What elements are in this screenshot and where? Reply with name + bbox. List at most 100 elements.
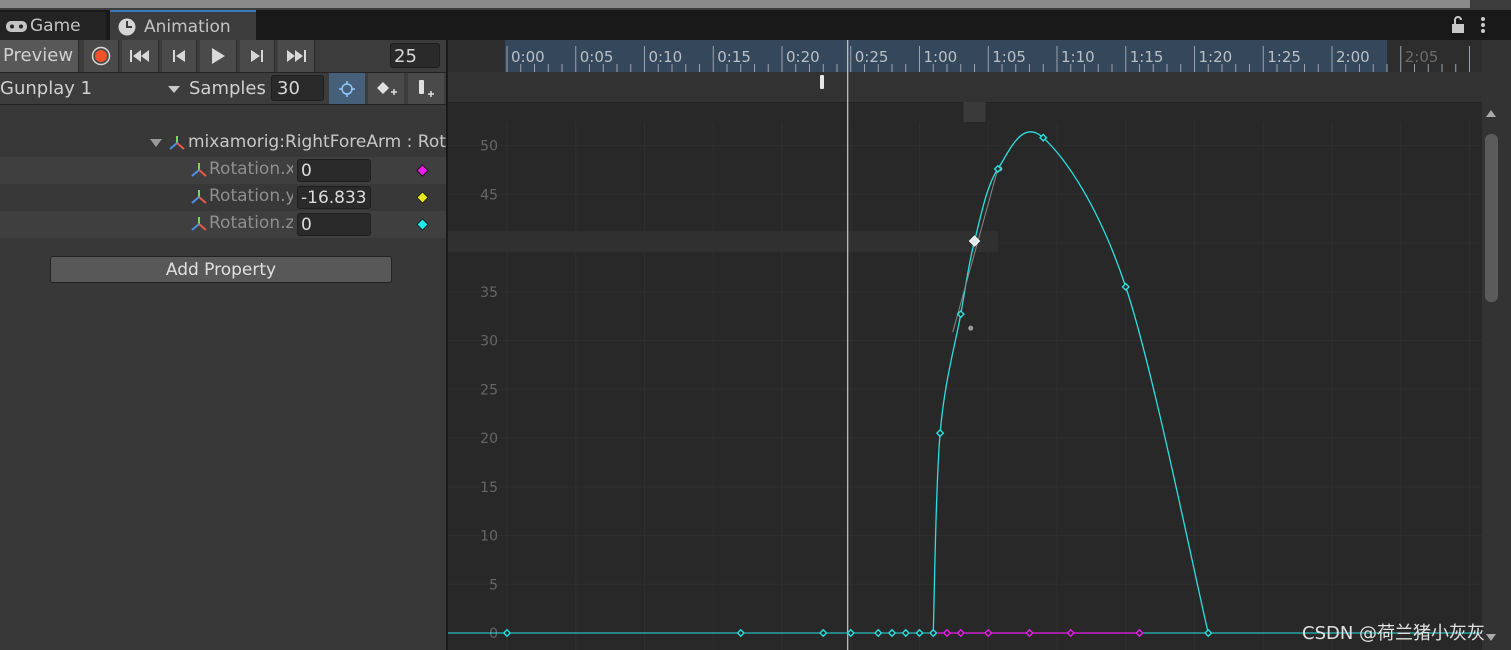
tab-animation[interactable]: Animation — [110, 10, 256, 42]
time-label: 2:05 — [1405, 48, 1439, 66]
property-label: Rotation.z — [209, 213, 293, 233]
skip-first-icon — [130, 50, 149, 62]
y-tick-label: 15 — [480, 480, 498, 496]
selection-marker — [963, 102, 986, 122]
curve-color-diamond-icon — [416, 218, 429, 231]
time-label: 1:20 — [1199, 48, 1233, 66]
property-value-field[interactable]: -16.833 — [297, 186, 371, 209]
transform-axes-icon — [190, 162, 208, 182]
animation-event-marker[interactable] — [820, 75, 824, 89]
play-icon — [212, 48, 225, 64]
keyframe-diamond[interactable] — [1025, 628, 1034, 638]
skip-last-icon — [287, 50, 306, 62]
y-tick-label: 20 — [480, 431, 498, 447]
lock-icon[interactable] — [1450, 16, 1466, 34]
record-icon — [91, 46, 111, 66]
samples-field[interactable]: 30 — [271, 75, 324, 101]
watermark-text: CSDN @荷兰猪小灰灰 — [1302, 623, 1486, 644]
curve-color-diamond-icon — [416, 191, 429, 204]
preview-button[interactable]: Preview — [0, 40, 79, 72]
time-label: 1:05 — [992, 48, 1026, 66]
keyframe-diamond[interactable] — [956, 628, 965, 638]
curve-graph[interactable]: 051015202530354045500:000:050:100:150:20… — [448, 40, 1482, 650]
keyframe-diamond[interactable] — [1066, 628, 1075, 638]
keyframe-diamond[interactable] — [846, 628, 855, 638]
keyframe-diamond[interactable] — [874, 628, 883, 638]
last-keyframe-button[interactable] — [278, 40, 315, 72]
property-value-field[interactable]: 0 — [297, 213, 371, 236]
keyframe-diamond[interactable] — [819, 628, 828, 638]
property-row[interactable]: Rotation.z 0 — [0, 211, 446, 238]
y-tick-label: 35 — [480, 285, 498, 301]
window-top-strip — [0, 0, 1511, 10]
time-label: 1:15 — [1130, 48, 1164, 66]
current-frame-field[interactable]: 25 — [390, 43, 440, 68]
curve-line-rotation-z[interactable] — [932, 131, 1209, 634]
clip-dropdown[interactable]: Gunplay 1 — [0, 75, 184, 102]
time-label: 1:10 — [1061, 48, 1095, 66]
keyframe-diamond[interactable] — [887, 628, 897, 638]
add-event-icon — [419, 79, 434, 97]
keyframe-diamond[interactable] — [915, 628, 924, 638]
property-row[interactable]: Rotation.y -16.833 — [0, 184, 446, 211]
add-event-button[interactable] — [408, 73, 444, 104]
time-label: 0:00 — [511, 48, 545, 66]
time-label: 0:05 — [580, 48, 614, 66]
curve-color-diamond-icon — [416, 164, 429, 177]
keyframe-diamond[interactable] — [1135, 628, 1144, 638]
add-property-button[interactable]: Add Property — [50, 256, 392, 283]
record-button[interactable] — [84, 40, 119, 72]
vertical-scrollbar-thumb[interactable] — [1485, 134, 1498, 302]
keyframe-diamond[interactable] — [942, 628, 952, 638]
property-label: Rotation.x — [209, 159, 293, 179]
next-keyframe-button[interactable] — [240, 40, 275, 72]
y-tick-label: 25 — [480, 382, 498, 398]
clip-name: Gunplay 1 — [0, 78, 93, 99]
vertical-scrollbar-track[interactable] — [1482, 40, 1511, 650]
add-keyframe-icon — [377, 81, 397, 95]
time-label: 0:10 — [649, 48, 683, 66]
keyframe-diamond[interactable] — [1121, 282, 1130, 292]
y-tick-label: 5 — [489, 577, 498, 593]
step-forward-icon — [251, 50, 263, 62]
tab-game-label: Game — [30, 16, 81, 36]
playback-toolbar: Preview — [0, 40, 446, 73]
crosshair-icon — [339, 80, 355, 97]
time-label: 0:20 — [786, 48, 820, 66]
scroll-down-arrow-icon[interactable] — [1486, 634, 1496, 641]
tab-game[interactable]: Game — [0, 12, 106, 40]
keyframe-diamond[interactable] — [736, 628, 745, 638]
snap-toggle-button[interactable] — [329, 73, 365, 104]
keyframe-diamond[interactable] — [929, 628, 938, 638]
foldout-arrow-icon[interactable] — [150, 139, 162, 147]
previous-keyframe-button[interactable] — [162, 40, 197, 72]
time-label: 2:00 — [1336, 48, 1370, 66]
y-tick-label: 45 — [480, 187, 498, 203]
transform-axes-icon — [190, 189, 208, 209]
property-label: Rotation.y — [209, 186, 293, 206]
more-menu-icon[interactable] — [1478, 14, 1488, 36]
scroll-up-arrow-icon[interactable] — [1486, 110, 1496, 117]
keyframe-diamond[interactable] — [1204, 628, 1213, 638]
keyframe-diamond[interactable] — [935, 428, 945, 438]
time-label: 0:15 — [717, 48, 751, 66]
first-keyframe-button[interactable] — [122, 40, 159, 72]
transform-axes-icon — [190, 216, 208, 236]
property-value-field[interactable]: 0 — [297, 159, 371, 182]
keyframe-diamond[interactable] — [502, 628, 512, 638]
time-label: 1:00 — [924, 48, 958, 66]
add-keyframe-button[interactable] — [368, 73, 404, 104]
samples-label: Samples — [189, 78, 266, 99]
y-tick-label: 50 — [480, 139, 498, 155]
keyframe-diamond[interactable] — [901, 628, 910, 638]
property-group-header[interactable]: mixamorig:RightForeArm : Rotation — [148, 130, 446, 154]
y-tick-label: 10 — [480, 529, 498, 545]
step-back-icon — [173, 50, 185, 62]
time-label: 0:25 — [855, 48, 889, 66]
tangent-handle[interactable] — [968, 325, 974, 331]
property-row[interactable]: Rotation.x 0 — [0, 157, 446, 184]
transform-axes-icon — [168, 134, 186, 154]
play-button[interactable] — [200, 40, 237, 72]
property-group-label: mixamorig:RightForeArm : Rotation — [188, 132, 446, 152]
keyframe-diamond[interactable] — [984, 628, 993, 638]
